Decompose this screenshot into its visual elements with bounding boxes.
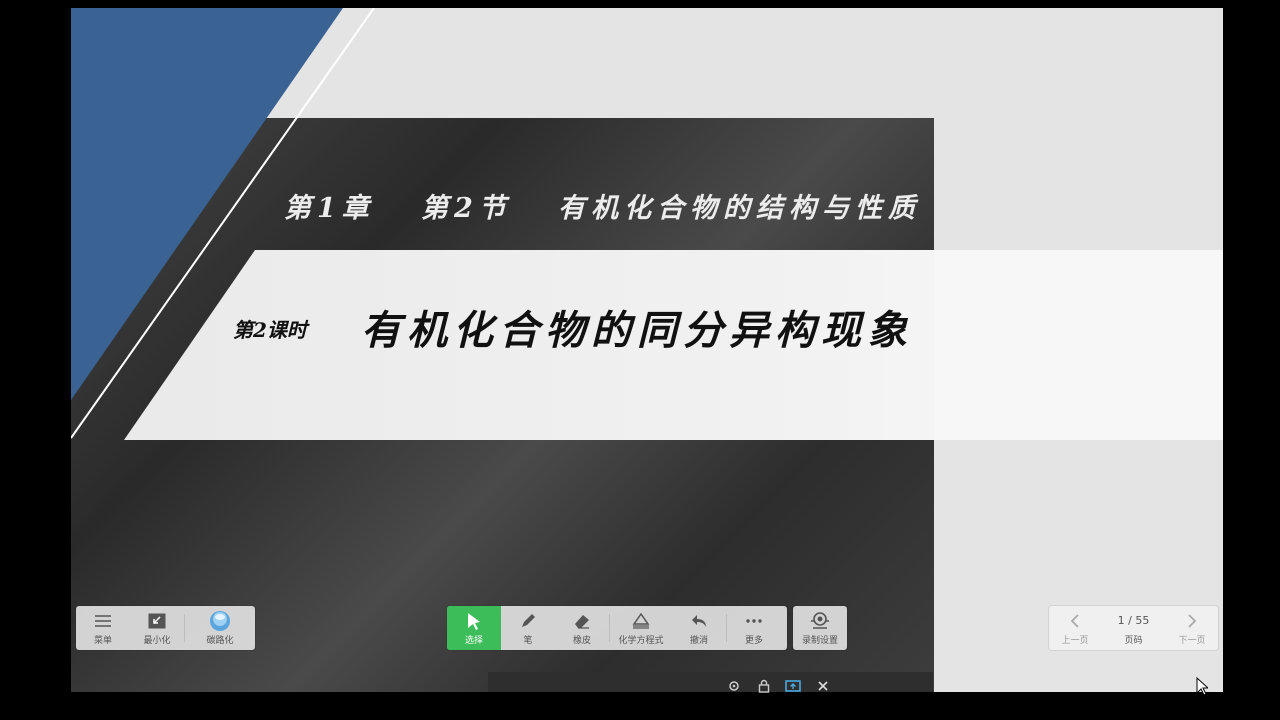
- blue-ball-icon: [209, 610, 231, 631]
- slide-canvas: 第1章 第2节 有机化合物的结构与性质 第2课时 有机化合物的同分异构现象: [71, 8, 1223, 692]
- menu-icon: [94, 611, 112, 631]
- pen-button[interactable]: 笔: [501, 606, 555, 650]
- chevron-right-icon: [1187, 611, 1197, 631]
- record-toolbar: 录制设置: [793, 606, 847, 650]
- page-navigation: 上一页 1 / 55 页码 下一页: [1049, 606, 1218, 650]
- reduce-label: 碳路化: [206, 635, 234, 646]
- record-settings-button[interactable]: 录制设置: [793, 606, 847, 650]
- eraser-label: 橡皮: [572, 635, 591, 646]
- cursor-icon: [467, 611, 481, 631]
- lock-icon[interactable]: [756, 678, 772, 694]
- page-label: 页码: [1124, 635, 1143, 646]
- next-page-button[interactable]: 下一页: [1166, 606, 1218, 650]
- more-label: 更多: [744, 635, 763, 646]
- prev-page-button[interactable]: 上一页: [1049, 606, 1101, 650]
- reduce-button[interactable]: 碳路化: [185, 606, 255, 650]
- pen-label: 笔: [523, 635, 533, 646]
- formula-label: 化学方程式: [618, 635, 664, 646]
- prev-page-label: 上一页: [1061, 635, 1089, 646]
- minimize-label: 最小化: [143, 635, 171, 646]
- undo-icon: [690, 611, 708, 631]
- bottom-strip: [488, 672, 933, 692]
- lesson-label: 第2课时: [233, 318, 307, 342]
- chevron-left-icon: [1070, 611, 1080, 631]
- undo-button[interactable]: 撤消: [672, 606, 726, 650]
- more-button[interactable]: 更多: [727, 606, 781, 650]
- minimize-icon: [148, 611, 166, 631]
- minimize-button[interactable]: 最小化: [130, 606, 184, 650]
- left-toolbar: 菜单 最小化 碳路化: [76, 606, 255, 650]
- center-toolbar: 选择 笔 橡皮 化学方程式 撤消 更多: [447, 606, 787, 650]
- slide-band-right: [934, 250, 1223, 440]
- menu-button[interactable]: 菜单: [76, 606, 130, 650]
- page-indicator: 1 / 55: [1117, 614, 1150, 627]
- formula-icon: [631, 611, 651, 631]
- screen-icon[interactable]: [785, 678, 801, 694]
- pen-icon: [519, 611, 537, 631]
- main-heading: 有机化合物的同分异构现象: [361, 307, 913, 354]
- menu-label: 菜单: [93, 635, 112, 646]
- more-icon: [745, 611, 763, 631]
- undo-label: 撤消: [689, 635, 708, 646]
- settings-icon[interactable]: [726, 678, 742, 694]
- close-icon[interactable]: [815, 678, 831, 694]
- eraser-icon: [573, 611, 591, 631]
- slide-title: 第1章 第2节 有机化合物的结构与性质: [284, 193, 921, 224]
- record-icon: [810, 611, 830, 631]
- page-indicator-button[interactable]: 1 / 55 页码: [1101, 606, 1166, 650]
- record-label: 录制设置: [801, 635, 838, 646]
- select-label: 选择: [464, 635, 483, 646]
- next-page-label: 下一页: [1178, 635, 1206, 646]
- formula-button[interactable]: 化学方程式: [610, 606, 672, 650]
- select-button[interactable]: 选择: [447, 606, 501, 650]
- mouse-pointer-icon: [1196, 676, 1210, 699]
- eraser-button[interactable]: 橡皮: [555, 606, 609, 650]
